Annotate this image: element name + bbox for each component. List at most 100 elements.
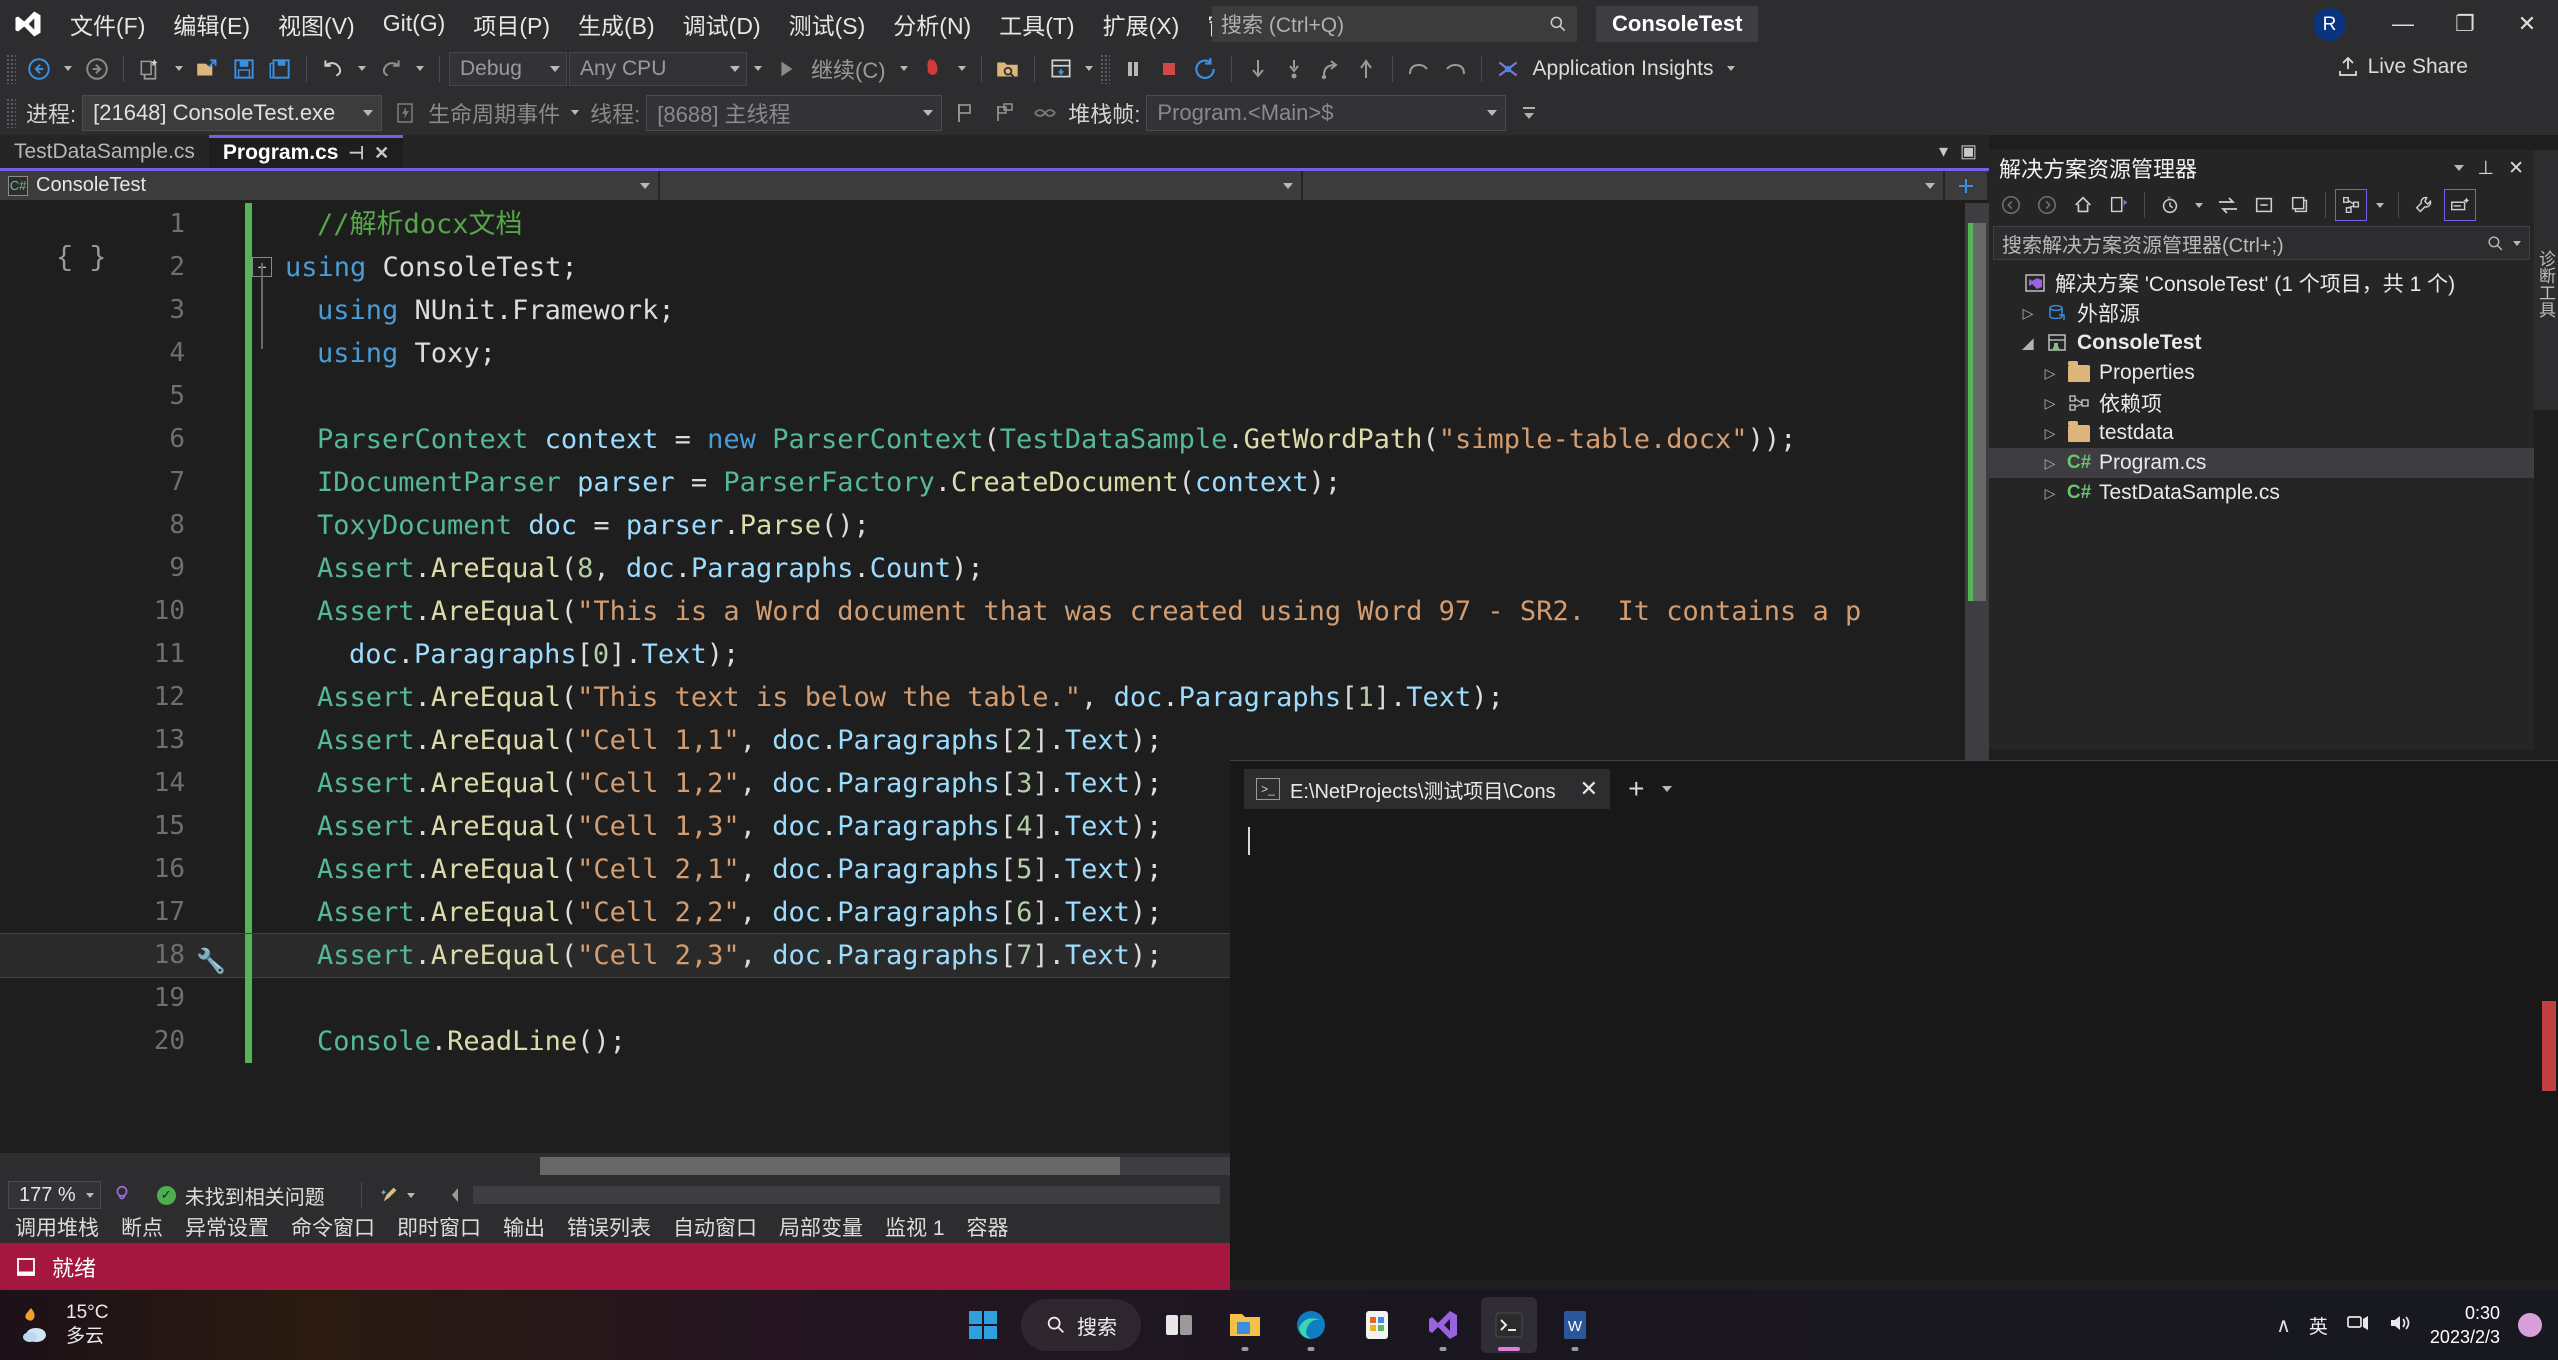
tree-item-2[interactable]: ▷ 外部源 bbox=[1989, 298, 2534, 328]
sync-icon[interactable] bbox=[2212, 189, 2244, 221]
step-into-icon[interactable] bbox=[1241, 51, 1275, 87]
folder-search-icon[interactable] bbox=[991, 51, 1025, 87]
live-share-button[interactable]: Live Share bbox=[2336, 55, 2468, 79]
solution-explorer-view-icon[interactable] bbox=[2335, 189, 2367, 221]
solution-configuration-combo[interactable]: Debug bbox=[449, 51, 567, 86]
menu-item-9[interactable]: 分析(N) bbox=[879, 0, 985, 47]
scrollbar-thumb[interactable] bbox=[540, 1157, 1120, 1175]
code-line[interactable]: 13 Assert.AreEqual("Cell 1,1", doc.Paragr… bbox=[0, 719, 1989, 762]
debug-tab-2[interactable]: 断点 bbox=[110, 1212, 174, 1242]
minimize-button[interactable]: — bbox=[2372, 0, 2434, 47]
visual-studio-icon[interactable] bbox=[1415, 1297, 1471, 1353]
collapsed-arrow-icon[interactable]: ▷ bbox=[2041, 485, 2059, 502]
code-line[interactable]: 5 bbox=[0, 375, 1989, 418]
ime-indicator[interactable]: 英 bbox=[2309, 1312, 2328, 1339]
close-icon[interactable]: ✕ bbox=[2508, 157, 2524, 180]
step-up-icon[interactable] bbox=[1349, 51, 1383, 87]
toolbar-grip[interactable] bbox=[1099, 53, 1110, 84]
tree-item-5[interactable]: ▷ 依赖项 bbox=[1989, 388, 2534, 418]
stackframe-combo[interactable]: Program.<Main>$ bbox=[1146, 94, 1507, 131]
code-line[interactable]: 6 ParserContext context = new ParserConte… bbox=[0, 418, 1989, 461]
clock-widget[interactable]: 0:30 2023/2/3 bbox=[2430, 1301, 2500, 1349]
open-file-icon[interactable] bbox=[191, 51, 225, 87]
menu-item-1[interactable]: 文件(F) bbox=[56, 0, 159, 47]
windows-start-icon[interactable] bbox=[955, 1297, 1011, 1353]
expanded-arrow-icon[interactable]: ◢ bbox=[2019, 335, 2037, 352]
terminal-scrollbar-thumb[interactable] bbox=[2542, 1001, 2556, 1091]
editor-tab-1[interactable]: TestDataSample.cs bbox=[0, 135, 209, 168]
debug-tab-4[interactable]: 命令窗口 bbox=[280, 1212, 386, 1242]
debug-tab-1[interactable]: 调用堆栈 bbox=[4, 1212, 110, 1242]
account-avatar[interactable]: R bbox=[2313, 8, 2346, 41]
switch-views-icon[interactable] bbox=[2103, 189, 2135, 221]
step-over-icon[interactable] bbox=[1277, 51, 1311, 87]
debug-tab-5[interactable]: 即时窗口 bbox=[386, 1212, 492, 1242]
code-line[interactable]: 12 Assert.AreEqual("This text is below th… bbox=[0, 676, 1989, 719]
application-insights-dropdown[interactable] bbox=[1722, 51, 1740, 87]
menu-item-4[interactable]: Git(G) bbox=[369, 0, 460, 47]
show-all-files-icon[interactable] bbox=[2284, 189, 2316, 221]
link-threads-icon[interactable] bbox=[1028, 95, 1062, 131]
application-insights-label[interactable]: Application Insights bbox=[1527, 57, 1720, 81]
navbar-type-combo[interactable] bbox=[660, 171, 1303, 200]
restore-button[interactable]: ❐ bbox=[2434, 0, 2496, 47]
word-icon[interactable]: W bbox=[1547, 1297, 1603, 1353]
menu-item-6[interactable]: 生成(B) bbox=[564, 0, 669, 47]
undo-icon[interactable] bbox=[316, 51, 350, 87]
menu-item-5[interactable]: 项目(P) bbox=[459, 0, 564, 47]
menu-item-8[interactable]: 测试(S) bbox=[775, 0, 880, 47]
taskbar-search-button[interactable]: 搜索 bbox=[1021, 1299, 1141, 1351]
pause-icon[interactable] bbox=[1116, 51, 1150, 87]
pin-icon[interactable]: ⊥ bbox=[2478, 157, 2495, 180]
process-combo[interactable]: [21648] ConsoleTest.exe bbox=[82, 94, 383, 131]
flag-icon[interactable] bbox=[948, 95, 982, 131]
tree-item-4[interactable]: ▷ Properties bbox=[1989, 358, 2534, 388]
tree-item-6[interactable]: ▷ testdata bbox=[1989, 418, 2534, 448]
continue-dropdown[interactable] bbox=[894, 51, 914, 87]
debug-tab-11[interactable]: 容器 bbox=[956, 1212, 1020, 1242]
code-line[interactable]: 2−using ConsoleTest; bbox=[0, 246, 1989, 289]
code-line[interactable]: 4 using Toxy; bbox=[0, 332, 1989, 375]
curve-forward-icon[interactable] bbox=[1438, 51, 1472, 87]
hot-reload-icon[interactable] bbox=[916, 51, 950, 87]
tree-item-3[interactable]: ◢ ConsoleTest bbox=[1989, 328, 2534, 358]
terminal-icon[interactable] bbox=[1481, 1297, 1537, 1353]
home-icon[interactable] bbox=[2067, 189, 2099, 221]
navbar-project-combo[interactable]: C# ConsoleTest bbox=[0, 171, 660, 200]
status-scroll-track[interactable] bbox=[472, 1186, 1220, 1204]
issues-indicator[interactable]: ✓ 未找到相关问题 bbox=[156, 1181, 325, 1210]
solution-explorer-toggle-icon[interactable]: ▣ bbox=[1960, 141, 1977, 162]
new-project-icon[interactable] bbox=[133, 51, 167, 87]
lifecycle-dropdown[interactable] bbox=[566, 95, 584, 131]
volume-icon[interactable] bbox=[2388, 1312, 2412, 1339]
tree-item-7[interactable]: ▷ C# Program.cs bbox=[1989, 448, 2534, 478]
file-explorer-icon[interactable] bbox=[1217, 1297, 1273, 1353]
undo-dropdown[interactable] bbox=[352, 51, 372, 87]
flags-icon[interactable] bbox=[988, 95, 1022, 131]
office-icon[interactable] bbox=[1349, 1297, 1405, 1353]
forward-icon[interactable] bbox=[2031, 189, 2063, 221]
window-layout-dropdown[interactable] bbox=[1080, 51, 1098, 87]
lifecycle-events-icon[interactable] bbox=[388, 95, 422, 131]
debug-tab-9[interactable]: 局部变量 bbox=[768, 1212, 874, 1242]
stop-icon[interactable] bbox=[1152, 51, 1186, 87]
redo-dropdown[interactable] bbox=[410, 51, 430, 87]
menu-item-2[interactable]: 编辑(E) bbox=[159, 0, 264, 47]
terminal-tab[interactable]: >_ E:\NetProjects\测试项目\Cons ✕ bbox=[1244, 769, 1611, 809]
collapsed-arrow-icon[interactable]: ▷ bbox=[2019, 305, 2037, 322]
back-icon[interactable] bbox=[1995, 189, 2027, 221]
intellitrace-icon[interactable] bbox=[1491, 51, 1525, 87]
task-view-icon[interactable] bbox=[1151, 1297, 1207, 1353]
pin-icon[interactable]: ⊣ bbox=[348, 143, 364, 164]
tree-item-8[interactable]: ▷ C# TestDataSample.cs bbox=[1989, 478, 2534, 508]
weather-widget[interactable]: 15°C 多云 bbox=[0, 1301, 108, 1349]
terminal-output[interactable] bbox=[1230, 817, 2558, 865]
code-line[interactable]: 9 Assert.AreEqual(8, doc.Paragraphs.Count… bbox=[0, 547, 1989, 590]
step-out-icon[interactable] bbox=[1313, 51, 1347, 87]
continue-button[interactable] bbox=[769, 51, 803, 87]
chevron-down-icon[interactable] bbox=[2513, 240, 2521, 246]
network-icon[interactable] bbox=[2346, 1312, 2370, 1339]
solution-platform-combo[interactable]: Any CPU bbox=[569, 51, 747, 86]
code-line[interactable]: 7 IDocumentParser parser = ParserFactory.… bbox=[0, 461, 1989, 504]
debugbar-grip[interactable] bbox=[6, 97, 16, 128]
